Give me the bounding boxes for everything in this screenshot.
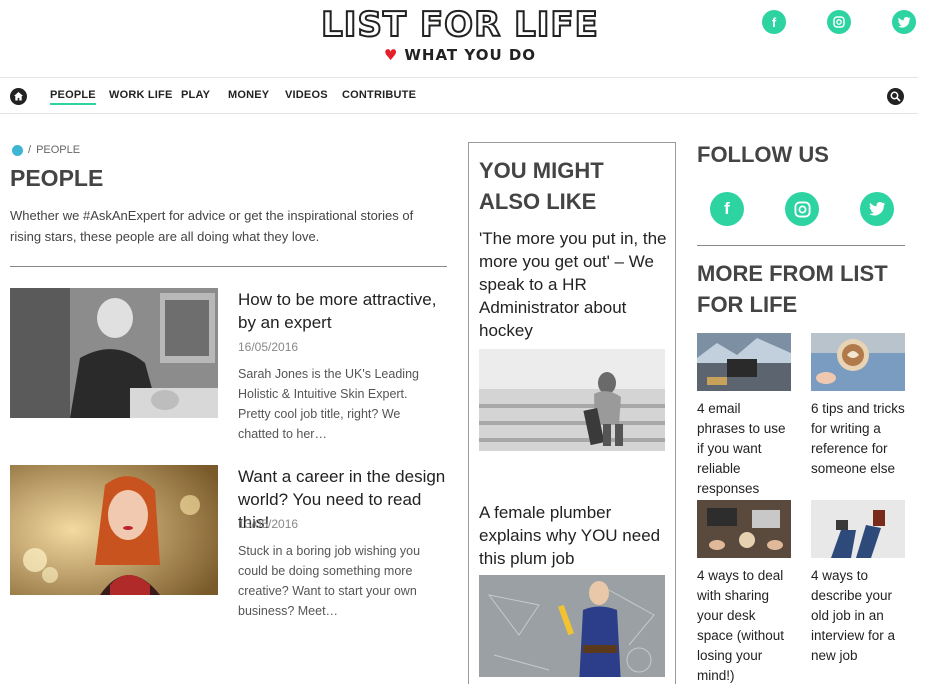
twitter-icon[interactable]	[860, 192, 894, 226]
nav-money[interactable]: MONEY	[228, 89, 269, 101]
logo-title: LIST FOR LIFE	[320, 5, 599, 45]
instagram-icon[interactable]	[785, 192, 819, 226]
nav-play[interactable]: PLAY	[181, 89, 210, 101]
logo-tagline: ♥ WHAT YOU DO	[320, 46, 600, 64]
nav-contribute[interactable]: CONTRIBUTE	[342, 89, 416, 101]
you-might-also-like: YOU MIGHT ALSO LIKE 'The more you put in…	[468, 142, 676, 684]
search-icon[interactable]	[887, 88, 904, 105]
article-thumbnail[interactable]	[10, 465, 218, 595]
instagram-icon[interactable]	[827, 10, 851, 34]
more-article-card[interactable]: 4 ways to deal with sharing your desk sp…	[697, 500, 791, 684]
page-title: PEOPLE	[10, 165, 104, 191]
more-article-card[interactable]: 4 ways to describe your old job in an in…	[811, 500, 905, 666]
related-article-image[interactable]	[479, 575, 665, 677]
divider	[697, 245, 905, 246]
home-icon[interactable]	[10, 88, 27, 105]
more-article-image[interactable]	[697, 333, 791, 391]
breadcrumb-separator: /	[28, 144, 32, 156]
related-article-title[interactable]: 'The more you put in, the more you get o…	[479, 227, 669, 342]
logo-tagline-text: WHAT YOU DO	[404, 46, 537, 64]
article-date: 16/05/2016	[238, 340, 299, 354]
article-excerpt: Sarah Jones is the UK's Leading Holistic…	[238, 367, 419, 441]
divider	[10, 266, 447, 267]
article-card[interactable]: Want a career in the design world? You n…	[10, 465, 447, 625]
more-from-heading: MORE FROM LIST FOR LIFE	[697, 261, 888, 317]
follow-us-heading: FOLLOW US	[697, 142, 829, 167]
breadcrumb: / PEOPLE	[12, 144, 80, 156]
you-might-also-like-heading: YOU MIGHT ALSO LIKE	[479, 158, 604, 214]
heart-icon: ♥	[383, 46, 399, 64]
article-card[interactable]: How to be more attractive, by an expert …	[10, 288, 447, 448]
facebook-icon[interactable]: f	[762, 10, 786, 34]
related-article-title[interactable]: A female plumber explains why YOU need t…	[479, 501, 669, 570]
site-logo[interactable]: LIST FOR LIFE ♥ WHAT YOU DO	[320, 5, 600, 64]
main-nav: PEOPLE WORK LIFE PLAY MONEY VIDEOS CONTR…	[0, 77, 918, 114]
more-article-title[interactable]: 4 email phrases to use if you want relia…	[697, 399, 791, 499]
more-article-image[interactable]	[811, 333, 905, 391]
article-thumbnail[interactable]	[10, 288, 218, 418]
more-article-title[interactable]: 6 tips and tricks for writing a referenc…	[811, 399, 905, 479]
nav-work-life[interactable]: WORK LIFE	[109, 89, 173, 101]
article-date: 13/05/2016	[238, 517, 299, 531]
more-article-card[interactable]: 4 email phrases to use if you want relia…	[697, 333, 791, 499]
related-article-image[interactable]	[479, 349, 665, 451]
nav-people[interactable]: PEOPLE	[50, 89, 96, 105]
page-intro: Whether we #AskAnExpert for advice or ge…	[10, 208, 414, 244]
more-article-title[interactable]: 4 ways to deal with sharing your desk sp…	[697, 566, 791, 684]
more-article-image[interactable]	[697, 500, 791, 558]
article-excerpt: Stuck in a boring job wishing you could …	[238, 544, 421, 618]
article-title[interactable]: How to be more attractive, by an expert	[238, 288, 453, 334]
nav-videos[interactable]: VIDEOS	[285, 89, 328, 101]
breadcrumb-current: PEOPLE	[36, 144, 81, 156]
more-article-title[interactable]: 4 ways to describe your old job in an in…	[811, 566, 905, 666]
more-article-card[interactable]: 6 tips and tricks for writing a referenc…	[811, 333, 905, 479]
more-article-image[interactable]	[811, 500, 905, 558]
breadcrumb-home-icon[interactable]	[12, 144, 23, 156]
facebook-icon[interactable]: f	[710, 192, 744, 226]
twitter-icon[interactable]	[892, 10, 916, 34]
site-header: LIST FOR LIFE ♥ WHAT YOU DO f	[0, 0, 931, 77]
